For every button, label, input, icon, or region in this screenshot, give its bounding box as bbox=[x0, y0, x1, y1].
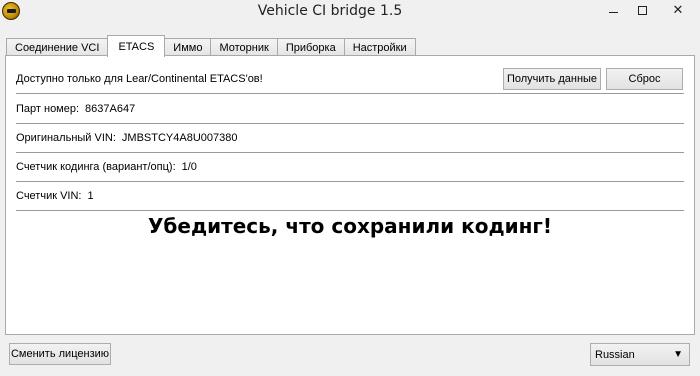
save-coding-warning: Убедитесь, что сохранили кодинг! bbox=[148, 214, 552, 238]
chevron-down-icon: ▼ bbox=[673, 349, 683, 360]
maximize-icon bbox=[637, 5, 647, 15]
original-vin-label: Оригинальный VIN: bbox=[16, 132, 116, 144]
part-number-label: Парт номер: bbox=[16, 103, 80, 115]
reset-button[interactable]: Сброс bbox=[606, 68, 683, 90]
tab-bar: Соединение VCI ETACS Иммо Моторник Прибо… bbox=[6, 35, 416, 57]
tab-etacs[interactable]: ETACS bbox=[107, 35, 166, 57]
minimize-button[interactable] bbox=[598, 0, 628, 20]
vin-counter-row: Счетчик VIN: 1 bbox=[16, 182, 684, 211]
change-license-button[interactable]: Сменить лицензию bbox=[9, 343, 111, 365]
close-button[interactable]: ✕ bbox=[656, 0, 700, 20]
language-select[interactable]: Russian ▼ bbox=[590, 343, 690, 366]
part-number-value: 8637A647 bbox=[85, 103, 136, 115]
title-bar: Vehicle CI bridge 1.5 ✕ bbox=[0, 0, 700, 26]
close-icon: ✕ bbox=[672, 2, 684, 17]
notice-text: Доступно только для Lear/Continental ETA… bbox=[16, 72, 263, 85]
original-vin-row: Оригинальный VIN: JMBSTCY4A8U007380 bbox=[16, 124, 684, 153]
vin-counter-value: 1 bbox=[87, 190, 94, 202]
original-vin-value: JMBSTCY4A8U007380 bbox=[121, 132, 238, 144]
coding-counter-value: 1/0 bbox=[181, 161, 197, 173]
coding-counter-row: Счетчик кодинга (вариант/опц): 1/0 bbox=[16, 153, 684, 182]
language-selected-value: Russian bbox=[595, 348, 635, 361]
part-number-row: Парт номер: 8637A647 bbox=[16, 95, 684, 124]
maximize-button[interactable] bbox=[628, 0, 656, 20]
vin-counter-label: Счетчик VIN: bbox=[16, 190, 82, 202]
get-data-button[interactable]: Получить данные bbox=[503, 68, 601, 90]
etacs-panel: Доступно только для Lear/Continental ETA… bbox=[5, 55, 695, 335]
minimize-icon bbox=[608, 11, 618, 13]
coding-counter-label: Счетчик кодинга (вариант/опц): bbox=[16, 161, 176, 173]
window-title: Vehicle CI bridge 1.5 bbox=[257, 3, 403, 19]
